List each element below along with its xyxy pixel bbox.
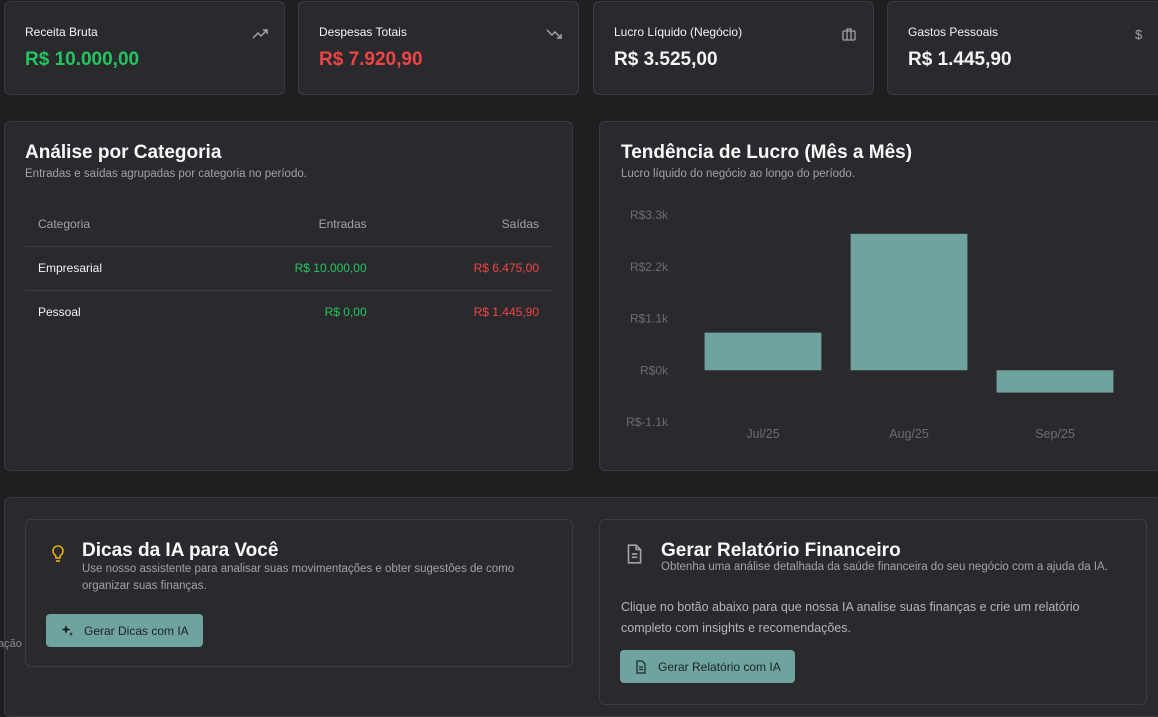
- table-header-row: Categoria Entradas Saídas: [25, 202, 552, 247]
- cell-entradas: R$ 10.000,00: [194, 246, 380, 291]
- panel-title: Análise por Categoria: [25, 142, 222, 163]
- sidebar-label-fragment: ação: [0, 638, 22, 650]
- x-tick-label: Aug/25: [889, 427, 929, 441]
- chart-bar[interactable]: [704, 332, 822, 371]
- chart-bar[interactable]: [996, 370, 1114, 393]
- y-tick-label: R$3.3k: [630, 208, 669, 222]
- cell-saidas: R$ 6.475,00: [379, 246, 552, 291]
- category-table: Categoria Entradas Saídas Empresarial R$…: [25, 202, 552, 334]
- lightbulb-icon: [52, 545, 64, 562]
- financial-report-card: Gerar Relatório Financeiro Obtenha uma a…: [599, 519, 1147, 705]
- trending-down-icon: [546, 29, 562, 39]
- dollar-icon: $: [1135, 27, 1143, 42]
- briefcase-icon: [842, 28, 856, 41]
- kpi-title: Despesas Totais: [319, 25, 407, 39]
- ai-tips-title: Dicas da IA para Você: [82, 540, 279, 561]
- kpi-card-gastos: Gastos Pessoais R$ 1.445,90 $: [887, 1, 1158, 95]
- kpi-title: Lucro Líquido (Negócio): [614, 25, 743, 39]
- cell-categoria: Pessoal: [38, 305, 81, 320]
- kpi-value: R$ 10.000,00: [25, 49, 140, 70]
- kpi-card-despesas: Despesas Totais R$ 7.920,90: [298, 1, 579, 95]
- kpi-value: R$ 1.445,90: [908, 49, 1012, 70]
- document-icon: [627, 544, 642, 564]
- ai-tips-card: Dicas da IA para Você Use nosso assisten…: [25, 519, 573, 667]
- cell-saidas: R$ 1.445,90: [473, 305, 539, 320]
- cell-categoria: Empresarial: [25, 246, 195, 291]
- document-icon: [636, 659, 646, 674]
- report-subtitle: Obtenha uma análise detalhada da saúde f…: [661, 561, 1108, 573]
- ai-tips-subtitle: Use nosso assistente para analisar suas …: [82, 563, 515, 592]
- report-description: Clique no botão abaixo para que nossa IA…: [621, 600, 1080, 635]
- svg-text:$: $: [1135, 27, 1143, 42]
- y-tick-label: R$-1.1k: [626, 415, 669, 429]
- report-title: Gerar Relatório Financeiro: [661, 540, 901, 561]
- generate-report-button[interactable]: Gerar Relatório com IA: [620, 650, 795, 683]
- button-label: Gerar Relatório com IA: [658, 659, 781, 674]
- trending-up-icon: [252, 29, 268, 39]
- x-tick-label: Sep/25: [1035, 427, 1075, 441]
- kpi-value: R$ 3.525,00: [614, 49, 718, 70]
- column-header-categoria: Categoria: [25, 202, 195, 247]
- x-tick-label: Jul/25: [746, 427, 779, 441]
- chart-bar[interactable]: [850, 233, 968, 371]
- profit-trend-chart: R$3.3k R$2.2k R$1.1k R$0k R$-1.1k Jul/25 Aug/2…: [626, 208, 1114, 441]
- table-row: Pessoal R$ 0,00 R$ 1.445,90: [25, 290, 552, 334]
- kpi-card-receita: Receita Bruta R$ 10.000,00: [4, 1, 285, 95]
- button-label: Gerar Dicas com IA: [84, 623, 189, 638]
- panel-subtitle: Entradas e saídas agrupadas por categori…: [25, 168, 307, 180]
- kpi-title: Gastos Pessoais: [908, 25, 999, 39]
- y-tick-label: R$0k: [640, 363, 669, 377]
- table-row: Empresarial R$ 10.000,00 R$ 6.475,00: [25, 246, 552, 291]
- sparkles-icon: [61, 624, 73, 636]
- category-analysis-panel: Análise por Categoria Entradas e saídas …: [4, 121, 573, 471]
- kpi-card-lucro: Lucro Líquido (Negócio) R$ 3.525,00: [593, 1, 874, 95]
- column-header-entradas: Entradas: [194, 202, 380, 247]
- profit-trend-panel: Tendência de Lucro (Mês a Mês) Lucro líq…: [599, 121, 1158, 471]
- column-header-saidas: Saídas: [379, 202, 552, 247]
- kpi-title: Receita Bruta: [25, 25, 98, 39]
- y-tick-label: R$1.1k: [630, 312, 669, 326]
- cell-entradas: R$ 0,00: [324, 305, 367, 320]
- generate-tips-button[interactable]: Gerar Dicas com IA: [46, 614, 203, 647]
- y-tick-label: R$2.2k: [630, 260, 669, 274]
- kpi-value: R$ 7.920,90: [319, 49, 423, 70]
